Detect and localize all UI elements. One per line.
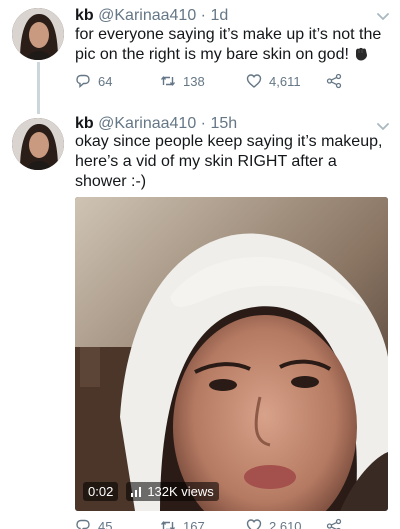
avatar[interactable]: [12, 8, 64, 60]
retweet-button[interactable]: 138: [160, 73, 205, 89]
volume-bars-icon[interactable]: [131, 486, 142, 497]
video-player[interactable]: 0:02 132K views: [75, 197, 388, 511]
video-elapsed: 0:02: [83, 482, 119, 501]
user-handle[interactable]: @Karinaa410: [98, 7, 196, 24]
tweet-actions: 64 138 4,611: [75, 73, 375, 93]
like-icon: [246, 74, 262, 88]
share-icon: [326, 518, 342, 529]
display-name[interactable]: kb: [75, 7, 94, 24]
retweet-count: 167: [183, 518, 205, 529]
tweet-actions: 45 167 2,610: [75, 518, 375, 529]
display-name[interactable]: kb: [75, 115, 94, 132]
reply-icon: [76, 519, 90, 529]
reply-count: 45: [98, 518, 113, 529]
like-button[interactable]: 4,611: [246, 73, 301, 89]
tweet-text: okay since people keep saying it’s makeu…: [75, 133, 383, 190]
tweet[interactable]: kb @Karinaa410 · 15h okay since people k…: [0, 110, 400, 529]
like-count: 4,611: [269, 73, 301, 89]
timestamp[interactable]: 15h: [210, 115, 237, 132]
video-views: 132K views: [147, 484, 214, 499]
share-icon: [326, 73, 342, 89]
tweet-text-content: for everyone saying it’s make up it’s no…: [75, 26, 382, 63]
like-count: 2,610: [269, 518, 302, 529]
share-button[interactable]: [326, 73, 342, 89]
retweet-button[interactable]: 167: [160, 518, 205, 529]
tweet-header: kb @Karinaa410 · 15h: [75, 114, 237, 133]
user-handle[interactable]: @Karinaa410: [98, 115, 196, 132]
avatar-image: [12, 8, 64, 60]
retweet-icon: [160, 521, 176, 529]
like-icon: [246, 519, 262, 529]
raised-fist-emoji-icon: [356, 47, 368, 61]
avatar[interactable]: [12, 118, 64, 170]
reply-button[interactable]: 45: [75, 518, 112, 529]
tweet[interactable]: kb @Karinaa410 · 1d for everyone saying …: [0, 0, 400, 114]
share-button[interactable]: [326, 518, 342, 529]
thread-line: [37, 62, 40, 114]
reply-count: 64: [98, 73, 113, 89]
retweet-icon: [160, 76, 176, 86]
reply-button[interactable]: 64: [75, 73, 112, 89]
chevron-down-icon[interactable]: [376, 119, 390, 133]
retweet-count: 138: [183, 73, 205, 89]
separator-dot: ·: [200, 7, 206, 24]
tweet-text: for everyone saying it’s make up it’s no…: [75, 25, 390, 65]
tweet-header: kb @Karinaa410 · 1d: [75, 6, 228, 25]
video-info-bar: 0:02 132K views: [83, 482, 219, 501]
chevron-down-icon[interactable]: [376, 9, 390, 23]
video-frame: [75, 197, 388, 511]
like-button[interactable]: 2,610: [246, 518, 302, 529]
avatar-image: [12, 118, 64, 170]
video-views-badge: 132K views: [126, 482, 219, 501]
timestamp[interactable]: 1d: [210, 7, 228, 24]
reply-icon: [76, 74, 90, 89]
separator-dot: ·: [200, 115, 206, 132]
